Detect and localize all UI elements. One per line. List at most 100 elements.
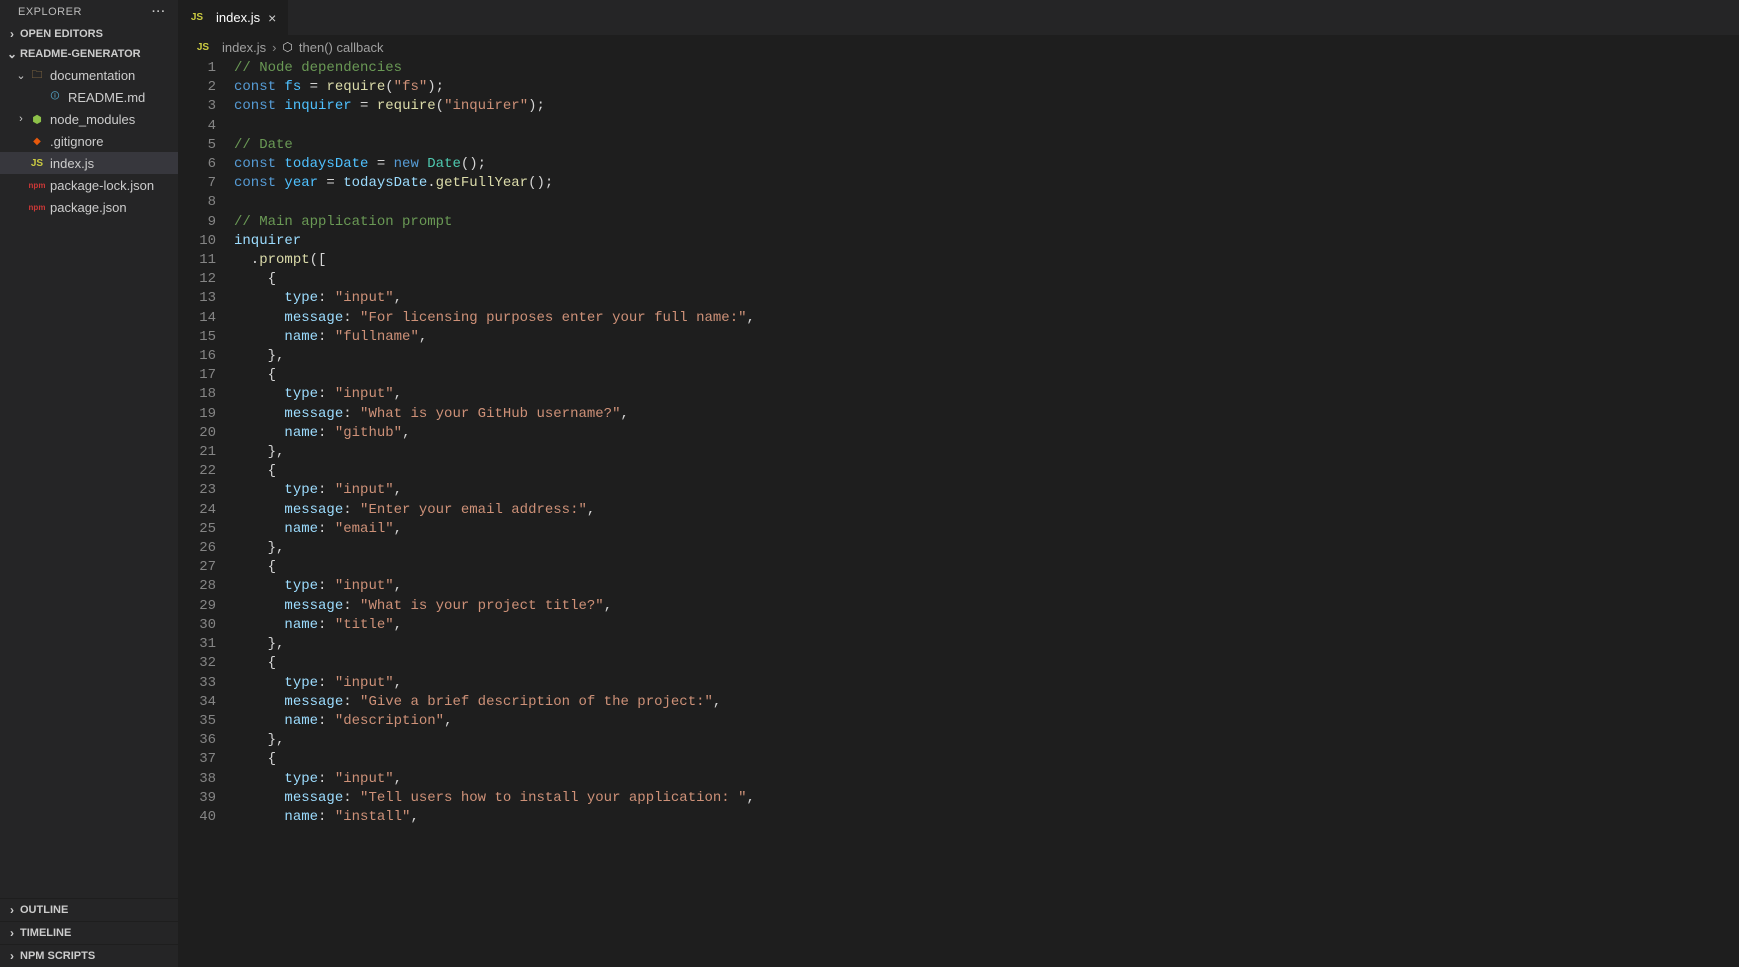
line-number: 35 <box>178 712 234 731</box>
code-line[interactable]: 13 type: "input", <box>178 289 1739 308</box>
code-line[interactable]: 6const todaysDate = new Date(); <box>178 155 1739 174</box>
code-content[interactable]: { <box>234 462 276 481</box>
breadcrumbs[interactable]: JS index.js › ⬡ then() callback <box>178 35 1739 59</box>
code-content[interactable]: name: "title", <box>234 616 402 635</box>
code-content[interactable]: const year = todaysDate.getFullYear(); <box>234 174 553 193</box>
close-icon[interactable]: × <box>266 10 278 26</box>
outline-section[interactable]: › OUTLINE <box>0 898 178 921</box>
code-line[interactable]: 31 }, <box>178 635 1739 654</box>
code-content[interactable]: { <box>234 366 276 385</box>
code-line[interactable]: 30 name: "title", <box>178 616 1739 635</box>
file-tree-item[interactable]: npmpackage.json <box>0 196 178 218</box>
code-content[interactable] <box>234 193 242 212</box>
breadcrumb-symbol[interactable]: then() callback <box>299 40 384 55</box>
code-line[interactable]: 26 }, <box>178 539 1739 558</box>
code-content[interactable]: name: "fullname", <box>234 328 427 347</box>
code-line[interactable]: 17 { <box>178 366 1739 385</box>
code-editor[interactable]: 1// Node dependencies2const fs = require… <box>178 59 1739 967</box>
code-line[interactable]: 24 message: "Enter your email address:", <box>178 501 1739 520</box>
code-line[interactable]: 9// Main application prompt <box>178 213 1739 232</box>
code-content[interactable]: message: "Give a brief description of th… <box>234 693 721 712</box>
code-line[interactable]: 37 { <box>178 750 1739 769</box>
code-line[interactable]: 28 type: "input", <box>178 577 1739 596</box>
code-line[interactable]: 25 name: "email", <box>178 520 1739 539</box>
code-line[interactable]: 18 type: "input", <box>178 385 1739 404</box>
code-content[interactable]: name: "email", <box>234 520 402 539</box>
code-line[interactable]: 1// Node dependencies <box>178 59 1739 78</box>
code-content[interactable]: { <box>234 558 276 577</box>
file-tree-item[interactable]: ›⬢node_modules <box>0 108 178 130</box>
code-content[interactable]: message: "What is your GitHub username?"… <box>234 405 629 424</box>
open-editors-section[interactable]: › OPEN EDITORS <box>0 24 178 44</box>
code-line[interactable]: 16 }, <box>178 347 1739 366</box>
code-line[interactable]: 32 { <box>178 654 1739 673</box>
more-actions-icon[interactable]: ··· <box>152 6 166 18</box>
code-content[interactable]: message: "Enter your email address:", <box>234 501 595 520</box>
code-line[interactable]: 19 message: "What is your GitHub usernam… <box>178 405 1739 424</box>
code-line[interactable]: 38 type: "input", <box>178 770 1739 789</box>
code-content[interactable]: }, <box>234 347 284 366</box>
code-content[interactable]: }, <box>234 539 284 558</box>
code-content[interactable] <box>234 117 242 136</box>
code-content[interactable]: }, <box>234 443 284 462</box>
file-tree-item[interactable]: JSindex.js <box>0 152 178 174</box>
code-content[interactable]: inquirer <box>234 232 301 251</box>
code-line[interactable]: 33 type: "input", <box>178 674 1739 693</box>
code-line[interactable]: 15 name: "fullname", <box>178 328 1739 347</box>
code-line[interactable]: 5// Date <box>178 136 1739 155</box>
code-line[interactable]: 12 { <box>178 270 1739 289</box>
code-content[interactable]: name: "github", <box>234 424 410 443</box>
code-line[interactable]: 8 <box>178 193 1739 212</box>
code-content[interactable]: // Date <box>234 136 293 155</box>
code-content[interactable]: name: "description", <box>234 712 452 731</box>
code-content[interactable]: type: "input", <box>234 770 402 789</box>
code-line[interactable]: 34 message: "Give a brief description of… <box>178 693 1739 712</box>
code-content[interactable]: }, <box>234 635 284 654</box>
file-tree-item[interactable]: 🛈README.md <box>0 86 178 108</box>
code-content[interactable]: name: "install", <box>234 808 419 827</box>
code-content[interactable]: const fs = require("fs"); <box>234 78 444 97</box>
code-line[interactable]: 10inquirer <box>178 232 1739 251</box>
breadcrumb-file[interactable]: index.js <box>222 40 266 55</box>
code-content[interactable]: }, <box>234 731 284 750</box>
code-line[interactable]: 20 name: "github", <box>178 424 1739 443</box>
code-content[interactable]: { <box>234 654 276 673</box>
code-line[interactable]: 7const year = todaysDate.getFullYear(); <box>178 174 1739 193</box>
file-tree-item[interactable]: npmpackage-lock.json <box>0 174 178 196</box>
code-content[interactable]: { <box>234 270 276 289</box>
code-content[interactable]: type: "input", <box>234 577 402 596</box>
code-content[interactable]: message: "Tell users how to install your… <box>234 789 755 808</box>
code-line[interactable]: 14 message: "For licensing purposes ente… <box>178 309 1739 328</box>
code-content[interactable]: // Node dependencies <box>234 59 402 78</box>
code-content[interactable]: message: "For licensing purposes enter y… <box>234 309 755 328</box>
npm-scripts-section[interactable]: › NPM SCRIPTS <box>0 944 178 967</box>
timeline-section[interactable]: › TIMELINE <box>0 921 178 944</box>
code-line[interactable]: 23 type: "input", <box>178 481 1739 500</box>
code-content[interactable]: { <box>234 750 276 769</box>
code-line[interactable]: 40 name: "install", <box>178 808 1739 827</box>
code-content[interactable]: type: "input", <box>234 385 402 404</box>
project-section[interactable]: ⌄ README-GENERATOR <box>0 44 178 64</box>
file-tree-item[interactable]: ⌄🗀documentation <box>0 64 178 86</box>
code-content[interactable]: message: "What is your project title?", <box>234 597 612 616</box>
code-line[interactable]: 22 { <box>178 462 1739 481</box>
code-content[interactable]: // Main application prompt <box>234 213 452 232</box>
code-line[interactable]: 3const inquirer = require("inquirer"); <box>178 97 1739 116</box>
code-line[interactable]: 11 .prompt([ <box>178 251 1739 270</box>
code-line[interactable]: 2const fs = require("fs"); <box>178 78 1739 97</box>
code-line[interactable]: 4 <box>178 117 1739 136</box>
tab-index-js[interactable]: JS index.js × <box>178 0 288 35</box>
code-content[interactable]: .prompt([ <box>234 251 326 270</box>
code-line[interactable]: 21 }, <box>178 443 1739 462</box>
code-content[interactable]: const inquirer = require("inquirer"); <box>234 97 545 116</box>
code-content[interactable]: const todaysDate = new Date(); <box>234 155 486 174</box>
code-line[interactable]: 36 }, <box>178 731 1739 750</box>
code-line[interactable]: 27 { <box>178 558 1739 577</box>
code-content[interactable]: type: "input", <box>234 481 402 500</box>
file-tree-item[interactable]: ◆.gitignore <box>0 130 178 152</box>
code-line[interactable]: 39 message: "Tell users how to install y… <box>178 789 1739 808</box>
code-line[interactable]: 29 message: "What is your project title?… <box>178 597 1739 616</box>
code-content[interactable]: type: "input", <box>234 674 402 693</box>
code-line[interactable]: 35 name: "description", <box>178 712 1739 731</box>
code-content[interactable]: type: "input", <box>234 289 402 308</box>
